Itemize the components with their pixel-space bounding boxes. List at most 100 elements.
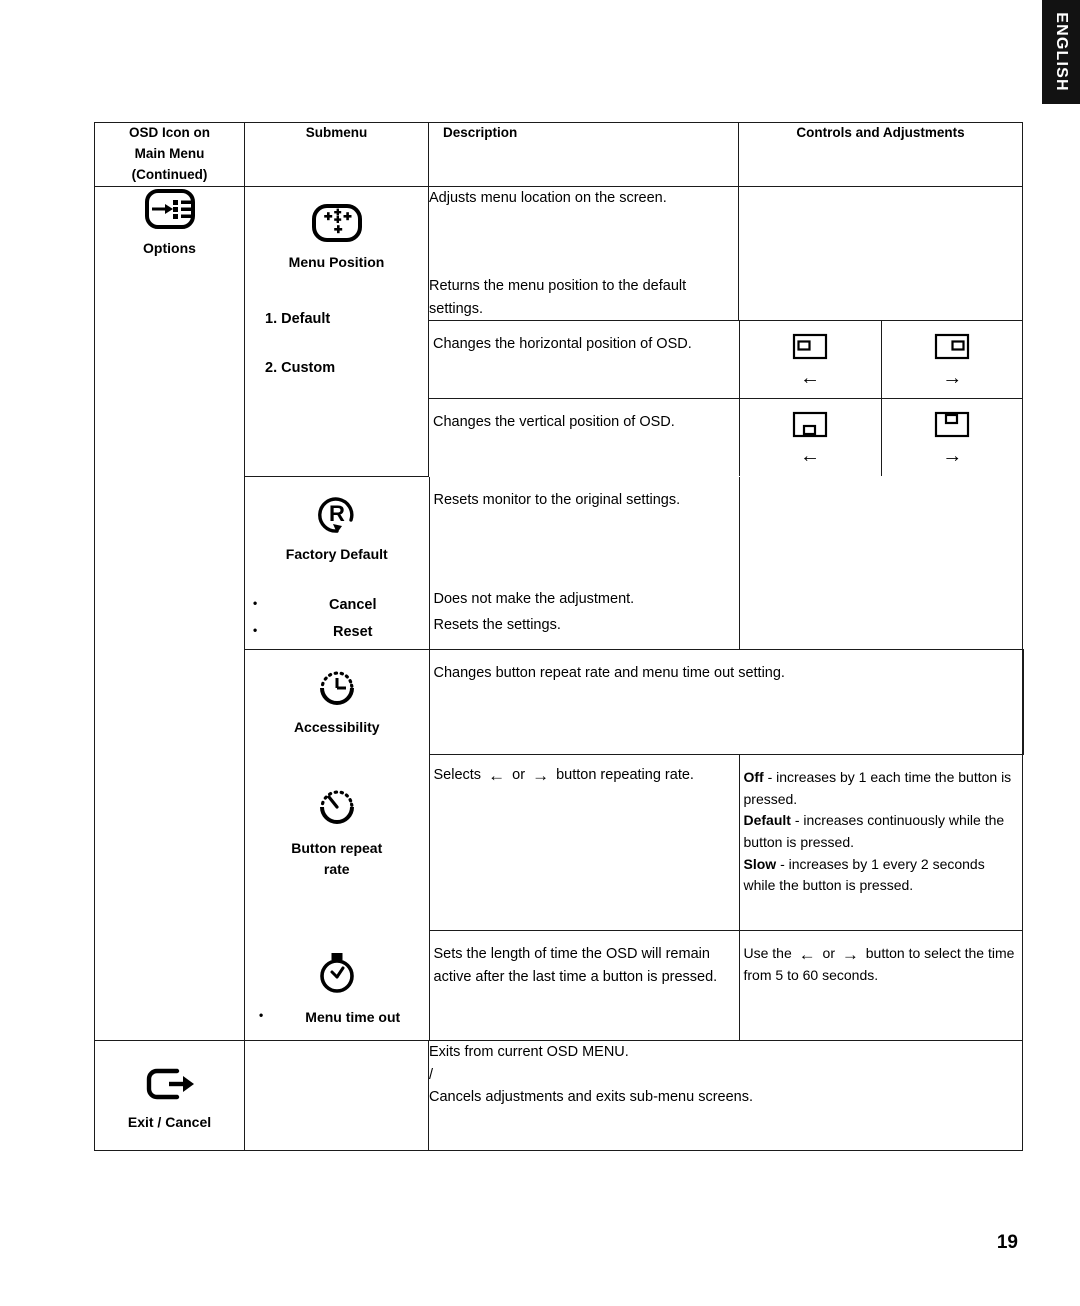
- header-line-2: Main Menu: [134, 145, 205, 161]
- options-label: Options: [143, 239, 196, 256]
- row-horizontal: Changes the horizontal position of OSD. …: [429, 321, 1023, 400]
- menu-position-label: Menu Position: [288, 253, 385, 270]
- osd-menu-table: OSD Icon on Main Menu (Continued) Submen…: [94, 122, 1024, 1152]
- header-line-1: OSD Icon on: [129, 125, 210, 140]
- control-option-default-term: Default: [743, 812, 791, 829]
- menu-position-default-description: Returns the menu position to the default…: [429, 278, 687, 317]
- osd-menu-table-wrapper: OSD Icon on Main Menu (Continued) Submen…: [94, 122, 1024, 1152]
- row-vertical: Changes the vertical position of OSD. ←: [429, 398, 1023, 477]
- cell-menu-time-out-description: Sets the length of time the OSD will rem…: [428, 930, 740, 1041]
- page-number: 19: [996, 1232, 1018, 1253]
- header-line-3: (Continued): [131, 166, 208, 182]
- horizontal-left-arrow: ←: [800, 367, 820, 390]
- button-repeat-rate-label-line2: rate: [323, 860, 350, 877]
- exit-cancel-description-line1: Exits from current OSD MENU.: [429, 1044, 629, 1061]
- accessibility-description: Changes button repeat rate and menu time…: [433, 664, 785, 681]
- vertical-left-arrow: ←: [800, 445, 820, 468]
- cell-options-remaining-group: R Factory Default Cancel Reset Resets mo…: [245, 476, 1024, 1041]
- cell-vertical-right-control[interactable]: →: [880, 398, 1023, 477]
- cell-horizontal-right-control[interactable]: →: [880, 321, 1023, 400]
- row-exit-cancel: Exit / Cancel Exits from current OSD MEN…: [94, 1040, 1024, 1152]
- cell-button-repeat-rate-controls: Off - increases by 1 each time the butto…: [738, 753, 1023, 932]
- cell-factory-default-submenu: R Factory Default Cancel Reset: [245, 476, 430, 650]
- cell-factory-default-description: Resets monitor to the original settings.…: [428, 476, 740, 650]
- factory-default-item-cancel[interactable]: Cancel: [245, 592, 429, 620]
- header-col-description: Description: [428, 122, 739, 187]
- right-arrow-icon: →: [841, 945, 859, 965]
- control-option-off-text: - increases by 1 each time the button is…: [743, 768, 1012, 807]
- exit-cancel-icon: [143, 1069, 197, 1100]
- control-option-default: Default - increases continuously while t…: [744, 810, 1020, 853]
- control-option-off: Off - increases by 1 each time the butto…: [744, 767, 1020, 810]
- table-header-row: OSD Icon on Main Menu (Continued) Submen…: [94, 122, 1024, 187]
- row-accessibility: Accessibility Button repeat rate • Menu …: [245, 648, 1024, 1041]
- row-menu-position: Options Menu Position 1. Default 2. Cust…: [94, 185, 1024, 1042]
- language-tab-label: ENGLISH: [1053, 12, 1070, 92]
- factory-default-item-reset[interactable]: Reset: [245, 619, 429, 647]
- osd-box-right-icon: [934, 334, 970, 360]
- menu-position-numbered-list: 1. Default 2. Custom: [245, 280, 428, 394]
- cell-accessibility-description: Changes button repeat rate and menu time…: [428, 648, 1024, 755]
- exit-cancel-description-line3: Cancels adjustments and exits sub-menu s…: [429, 1089, 753, 1106]
- osd-box-top-icon: [934, 412, 970, 438]
- right-arrow-icon: →: [532, 765, 550, 785]
- cell-vertical-description: Changes the vertical position of OSD.: [429, 398, 740, 477]
- menu-position-item-custom[interactable]: 2. Custom: [265, 355, 418, 382]
- cell-exit-cancel-submenu-empty: [244, 1040, 429, 1152]
- osd-box-bottom-icon: [792, 412, 828, 438]
- menu-time-out-icon-block: Menu time out: [245, 934, 429, 1041]
- menu-time-out-description: Sets the length of time the OSD will rem…: [433, 946, 718, 985]
- left-arrow-icon: ←: [798, 945, 816, 965]
- cell-exit-cancel-icon[interactable]: Exit / Cancel: [94, 1040, 245, 1152]
- cell-menu-position-submenu: Menu Position 1. Default 2. Custom: [244, 185, 429, 477]
- cell-custom-position-group: Changes the horizontal position of OSD. …: [429, 321, 1023, 477]
- exit-cancel-description-line2: /: [429, 1066, 434, 1083]
- header-col-submenu: Submenu: [244, 122, 429, 187]
- cell-button-repeat-rate-description: Selects ← or → button repeating rate.: [428, 753, 740, 932]
- factory-default-reset-icon: R: [313, 497, 361, 533]
- cell-menu-position-controls-empty: [737, 185, 1024, 322]
- osd-box-left-icon: [792, 334, 828, 360]
- accessibility-icon-block: Accessibility: [245, 650, 429, 745]
- menu-time-out-control-pre: Use the: [743, 945, 792, 962]
- menu-position-description: Adjusts menu location on the screen.: [429, 189, 667, 206]
- left-arrow-icon: ←: [488, 765, 506, 785]
- button-repeat-rate-label-line1: Button repeat: [291, 839, 383, 856]
- cell-vertical-left-control[interactable]: ←: [738, 398, 882, 477]
- menu-position-icon: [310, 203, 364, 242]
- cell-options-icon: Options: [94, 185, 245, 1042]
- row-factory-default: R Factory Default Cancel Reset Resets mo…: [245, 476, 1023, 650]
- options-icon: [143, 188, 197, 229]
- button-repeat-rate-desc-pre: Selects: [433, 766, 482, 783]
- custom-position-inner-table: Changes the horizontal position of OSD. …: [429, 321, 1023, 477]
- exit-cancel-label: Exit / Cancel: [127, 1114, 212, 1131]
- menu-time-out-bullet: Menu time out: [251, 1004, 423, 1031]
- control-option-off-term: Off: [743, 768, 764, 785]
- cell-factory-default-controls-empty: [738, 476, 1023, 650]
- button-repeat-rate-desc-post: button repeating rate.: [556, 766, 694, 783]
- accessibility-label: Accessibility: [293, 718, 380, 735]
- factory-default-bullets: Cancel Reset: [245, 592, 429, 647]
- control-option-slow-text: - increases by 1 every 2 seconds while t…: [743, 855, 985, 894]
- button-repeat-rate-gauge-icon: [313, 790, 361, 824]
- menu-position-icon-block: Menu Position: [245, 187, 428, 280]
- cell-exit-cancel-description: Exits from current OSD MENU. / Cancels a…: [427, 1040, 1024, 1152]
- factory-default-description: Resets monitor to the original settings.: [433, 491, 681, 508]
- factory-default-cancel-description: Does not make the adjustment.: [433, 591, 635, 608]
- cell-menu-position-description: Adjusts menu location on the screen. Ret…: [428, 185, 739, 322]
- svg-text:R: R: [329, 501, 345, 526]
- menu-time-out-stopwatch-icon: [313, 952, 361, 993]
- button-repeat-rate-icon-block: Button repeat rate: [245, 769, 429, 890]
- button-repeat-rate-desc-mid: or: [512, 766, 526, 783]
- cell-horizontal-description: Changes the horizontal position of OSD.: [429, 321, 740, 400]
- menu-time-out-control-mid: or: [822, 945, 835, 962]
- factory-default-reset-description: Resets the settings.: [433, 616, 561, 633]
- cell-horizontal-left-control[interactable]: ←: [738, 321, 882, 400]
- language-tab: ENGLISH: [1042, 0, 1080, 104]
- control-option-slow: Slow - increases by 1 every 2 seconds wh…: [744, 854, 1020, 897]
- menu-position-item-default[interactable]: 1. Default: [265, 306, 418, 333]
- menu-time-out-label[interactable]: Menu time out: [251, 1004, 423, 1031]
- options-remaining-inner-table: R Factory Default Cancel Reset Resets mo…: [245, 476, 1024, 1041]
- horizontal-right-arrow: →: [942, 367, 963, 390]
- accessibility-clock-icon: [313, 671, 361, 705]
